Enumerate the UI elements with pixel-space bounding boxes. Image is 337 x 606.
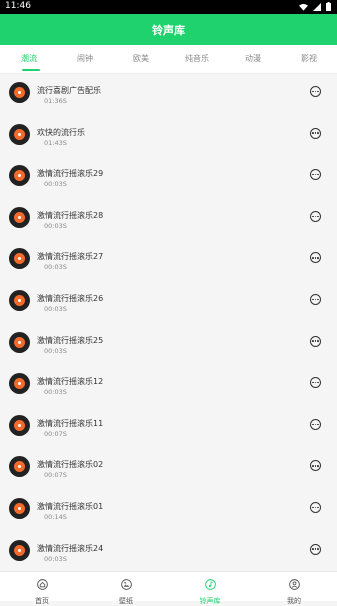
list-item[interactable]: 流行喜剧广告配乐 01:36S: [0, 82, 337, 120]
song-title: 激情流行摇滚乐27: [37, 252, 104, 262]
app-header: 铃声库: [0, 14, 337, 45]
category-tabs: 潮流 闹钟 欧美 纯音乐 动漫 影视: [0, 45, 337, 74]
tab-instrumental[interactable]: 纯音乐: [185, 53, 209, 64]
record-disc-icon: [9, 290, 30, 311]
list-item[interactable]: 激情流行摇滚乐01 00:14S: [0, 498, 337, 536]
song-title: 激情流行摇滚乐29: [37, 169, 104, 179]
status-icons: [299, 2, 331, 11]
song-title: 激情流行摇滚乐01: [37, 502, 104, 511]
status-time: 11:46: [5, 1, 31, 11]
active-tab-indicator: [22, 69, 40, 71]
list-item[interactable]: 激情流行摇滚乐29 00:03S: [0, 165, 337, 203]
nav-home-label: 首页: [35, 597, 49, 605]
song-title: 欢快的流行乐: [37, 127, 85, 137]
song-title: 激情流行摇滚乐02: [37, 460, 104, 470]
list-item[interactable]: 激情流行摇滚乐02 00:07S: [0, 456, 337, 494]
song-title: 激情流行摇滚乐24: [37, 543, 104, 553]
song-duration: 00:03S: [44, 221, 67, 230]
song-duration: 00:03S: [44, 346, 67, 355]
user-icon: [288, 579, 300, 590]
tab-film[interactable]: 影视: [301, 53, 317, 64]
image-icon: [120, 579, 132, 590]
list-item[interactable]: 激情流行摇滚乐26 00:03S: [0, 290, 337, 328]
home-icon: [36, 579, 48, 590]
record-disc-icon: [9, 206, 30, 228]
more-options-icon[interactable]: [310, 169, 321, 181]
song-duration: 00:07S: [44, 471, 67, 480]
list-item[interactable]: 激情流行摇滚乐12 00:03S: [0, 373, 337, 411]
song-duration: 01:43S: [44, 138, 67, 147]
record-disc-icon: [9, 165, 30, 187]
more-options-icon[interactable]: [310, 460, 321, 472]
record-disc-icon: [9, 373, 30, 395]
nav-profile-label: 我的: [287, 597, 301, 605]
list-item[interactable]: 激情流行摇滚乐11 00:07S: [0, 414, 337, 453]
song-title: 激情流行摇滚乐11: [37, 418, 104, 428]
more-options-icon[interactable]: [310, 377, 321, 389]
more-options-icon[interactable]: [310, 418, 321, 430]
tab-alarm[interactable]: 闹钟: [77, 53, 93, 64]
more-options-icon[interactable]: [310, 543, 321, 555]
record-disc-icon: [9, 82, 30, 103]
tab-western[interactable]: 欧美: [133, 53, 149, 64]
page-title: 铃声库: [152, 23, 185, 37]
record-disc-icon: [9, 331, 30, 353]
song-duration: 00:03S: [44, 180, 67, 189]
more-options-icon[interactable]: [310, 210, 321, 222]
nav-home[interactable]: 首页: [12, 575, 72, 606]
song-title: 激情流行摇滚乐25: [37, 335, 104, 345]
list-item[interactable]: 欢快的流行乐 01:43S: [0, 123, 337, 162]
tab-trend[interactable]: 潮流: [21, 53, 37, 64]
list-item[interactable]: 激情流行摇滚乐27 00:03S: [0, 248, 337, 286]
song-title: 激情流行摇滚乐28: [37, 210, 104, 220]
nav-ringtones-label: 铃声库: [199, 597, 221, 605]
battery-icon: [326, 2, 331, 11]
list-item[interactable]: 激情流行摇滚乐25 00:03S: [0, 331, 337, 370]
song-duration: 00:03S: [44, 554, 67, 563]
record-disc-icon: [9, 123, 30, 145]
more-options-icon[interactable]: [310, 252, 321, 264]
song-duration: 00:03S: [44, 388, 67, 397]
nav-wallpaper-label: 壁纸: [119, 597, 133, 605]
song-duration: 00:03S: [44, 305, 67, 313]
song-duration: 01:36S: [44, 97, 67, 105]
song-title: 流行喜剧广告配乐: [37, 86, 101, 95]
record-disc-icon: [9, 248, 30, 270]
more-options-icon[interactable]: [310, 294, 321, 305]
nav-ringtones[interactable]: 铃声库: [180, 575, 240, 606]
tab-anime[interactable]: 动漫: [245, 53, 261, 64]
record-disc-icon: [9, 498, 30, 519]
bottom-nav: 首页 壁纸 铃声库 我的: [0, 571, 337, 605]
status-bar: 11:46: [0, 0, 337, 14]
more-options-icon[interactable]: [310, 127, 321, 139]
wifi-icon: [299, 3, 308, 11]
record-disc-icon: [9, 414, 30, 436]
song-title: 激情流行摇滚乐26: [37, 294, 104, 303]
record-disc-icon: [9, 539, 30, 561]
more-options-icon[interactable]: [310, 86, 321, 97]
song-duration: 00:03S: [44, 263, 67, 272]
more-options-icon[interactable]: [310, 502, 321, 513]
song-title: 激情流行摇滚乐12: [37, 377, 104, 387]
nav-profile[interactable]: 我的: [264, 575, 324, 606]
signal-icon: [313, 2, 321, 11]
song-duration: 00:14S: [44, 513, 67, 521]
record-disc-icon: [9, 456, 30, 478]
song-duration: 00:07S: [44, 429, 67, 438]
more-options-icon[interactable]: [310, 335, 321, 347]
nav-wallpaper[interactable]: 壁纸: [96, 575, 156, 606]
music-note-icon: [204, 579, 216, 590]
list-item[interactable]: 激情流行摇滚乐28 00:03S: [0, 206, 337, 245]
